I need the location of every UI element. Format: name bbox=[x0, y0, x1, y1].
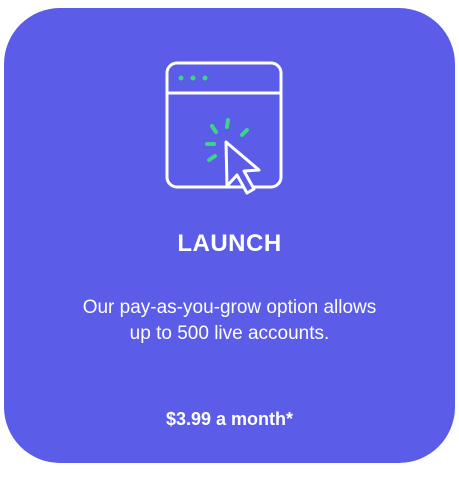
browser-window-click-icon bbox=[164, 60, 284, 210]
plan-description: Our pay-as-you-grow option allows up to … bbox=[82, 297, 377, 344]
launch-plan-card[interactable]: LAUNCH Our pay-as-you-grow option allows… bbox=[4, 8, 455, 463]
plan-price: $3.99 a month* bbox=[165, 409, 294, 429]
plan-title: LAUNCH bbox=[177, 230, 282, 257]
